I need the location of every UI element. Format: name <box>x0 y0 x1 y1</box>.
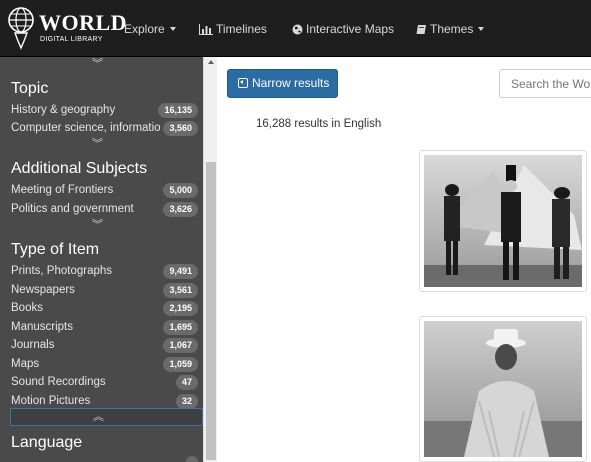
collapse-up-icon: ︽ <box>93 411 104 423</box>
facet-count-badge: 5,000 <box>163 183 198 198</box>
collapse-facet-button[interactable]: ︽ <box>10 408 203 426</box>
facet-item-maps[interactable]: Maps 1,059 <box>11 356 201 373</box>
facet-count-badge: 1,695 <box>163 320 198 335</box>
chevron-down-icon <box>478 27 485 31</box>
facet-item-books[interactable]: Books 2,195 <box>11 300 201 317</box>
facet-item-label: History & geography <box>11 104 116 116</box>
nav-explore[interactable]: Explore <box>124 22 176 36</box>
scrollbar-thumb[interactable] <box>206 162 216 460</box>
facet-item-label: Computer science, information <box>11 122 161 134</box>
nav-themes-label: Themes <box>430 22 474 36</box>
nav-themes[interactable]: Themes <box>416 22 485 36</box>
nav-interactive-maps[interactable]: Interactive Maps <box>292 22 394 36</box>
facet-count-badge: 2,195 <box>163 301 198 316</box>
result-thumbnail[interactable] <box>419 150 587 292</box>
nav-timelines[interactable]: Timelines <box>199 22 267 36</box>
scroll-up-arrow-icon[interactable] <box>208 60 214 64</box>
facet-item-manuscripts[interactable]: Manuscripts 1,695 <box>11 319 201 336</box>
nav-timelines-label: Timelines <box>216 22 267 36</box>
chevron-down-icon <box>169 27 176 31</box>
facet-title-language: Language <box>11 434 83 451</box>
facet-item-prints-photographs[interactable]: Prints, Photographs 9,491 <box>11 263 201 280</box>
facet-item-journals[interactable]: Journals 1,067 <box>11 337 201 354</box>
logo-subtitle: DIGITAL LIBRARY <box>40 36 103 43</box>
book-icon <box>416 25 426 34</box>
facet-item-label: Maps <box>11 358 40 370</box>
expand-more-icon[interactable]: ︾ <box>92 220 103 231</box>
facet-item-politics-government[interactable]: Politics and government 3,626 <box>11 201 201 218</box>
nav-interactive-maps-label: Interactive Maps <box>306 22 395 36</box>
historical-photo-group-image <box>424 155 582 287</box>
result-thumbnail[interactable] <box>419 316 587 462</box>
expand-more-icon[interactable]: ︾ <box>92 139 103 150</box>
facet-title-topic: Topic <box>11 80 49 97</box>
facet-item-label: Newspapers <box>11 284 75 296</box>
facet-count-badge: 3,560 <box>163 121 198 136</box>
results-count: 16,288 results in English <box>256 118 382 130</box>
sidebar-scrollbar[interactable] <box>203 57 217 462</box>
facet-title-additional-subjects: Additional Subjects <box>11 160 148 177</box>
facet-count-badge: 1,059 <box>163 357 198 372</box>
facet-item-label: Motion Pictures <box>11 395 91 407</box>
facet-count-badge: 1,067 <box>163 338 198 353</box>
facet-count-badge: 47 <box>175 375 198 390</box>
facet-item-label: Politics and government <box>11 203 134 215</box>
top-navbar: WORLD DIGITAL LIBRARY Explore Timelines … <box>0 0 591 57</box>
facet-item-newspapers[interactable]: Newspapers 3,561 <box>11 282 201 299</box>
nav-explore-label: Explore <box>124 22 165 36</box>
search-input[interactable] <box>499 69 591 98</box>
facet-sidebar: ︾ Topic History & geography 16,135 Compu… <box>0 57 203 462</box>
globe-icon <box>292 24 303 35</box>
narrow-results-button[interactable]: Narrow results <box>227 69 338 98</box>
logo-title: WORLD <box>39 10 128 35</box>
expand-more-icon[interactable]: ︾ <box>92 59 103 70</box>
facet-item-label: Manuscripts <box>11 321 73 333</box>
facet-count-badge: 3,561 <box>163 283 198 298</box>
world-digital-library-logo[interactable]: WORLD DIGITAL LIBRARY <box>6 6 127 52</box>
collapse-left-icon <box>238 78 248 88</box>
facet-count-badge: 32 <box>175 394 198 409</box>
facet-item-label: Meeting of Frontiers <box>11 184 114 196</box>
facet-title-type-of-item: Type of Item <box>11 241 100 258</box>
facet-item-computer-science[interactable]: Computer science, information 3,560 <box>11 120 201 137</box>
globe-logo-icon <box>8 7 34 50</box>
bar-chart-icon <box>199 24 213 35</box>
facet-item-language-partial[interactable] <box>11 456 201 462</box>
historical-photo-portrait-image <box>424 321 582 457</box>
facet-item-label: Sound Recordings <box>11 376 106 388</box>
narrow-results-label: Narrow results <box>252 76 330 90</box>
facet-count-badge: 3,626 <box>163 202 198 217</box>
facet-item-label: Prints, Photographs <box>11 265 113 277</box>
facet-count-badge: 9,491 <box>163 264 198 279</box>
facet-count-badge: 16,135 <box>158 103 198 118</box>
facet-count-badge <box>186 456 198 462</box>
facet-item-sound-recordings[interactable]: Sound Recordings 47 <box>11 374 201 391</box>
facet-item-label: Books <box>11 302 43 314</box>
facet-item-meeting-of-frontiers[interactable]: Meeting of Frontiers 5,000 <box>11 182 201 199</box>
facet-item-label: Journals <box>11 339 55 351</box>
facet-item-history-geography[interactable]: History & geography 16,135 <box>11 102 201 119</box>
